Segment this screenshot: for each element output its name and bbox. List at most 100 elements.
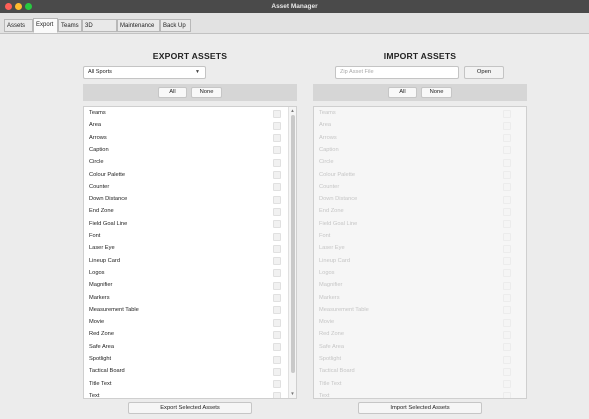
list-item-label: Lineup Card xyxy=(89,257,120,264)
asset-checkbox xyxy=(503,281,511,290)
asset-checkbox xyxy=(503,183,511,192)
list-item[interactable]: Movie xyxy=(84,316,288,328)
scroll-down-arrow-icon[interactable]: ▼ xyxy=(289,390,296,398)
list-item: Font xyxy=(314,230,518,242)
sport-filter-dropdown[interactable]: All Sports ▼ xyxy=(83,66,206,79)
list-item: Movie xyxy=(314,316,518,328)
list-item-label: Title Text xyxy=(89,380,112,387)
list-item-label: Area xyxy=(319,122,332,129)
asset-checkbox xyxy=(503,392,511,398)
list-item[interactable]: Teams xyxy=(84,107,288,119)
list-item-label: Markers xyxy=(89,294,110,301)
asset-checkbox xyxy=(503,318,511,327)
list-item: Colour Palette xyxy=(314,169,518,181)
scrollbar-thumb[interactable] xyxy=(290,115,295,373)
import-select-all-button[interactable]: All xyxy=(388,87,417,98)
list-item: Magnifier xyxy=(314,279,518,291)
list-item[interactable]: Safe Area xyxy=(84,341,288,353)
tab-back-up[interactable]: Back Up xyxy=(160,19,191,32)
asset-checkbox xyxy=(503,232,511,241)
asset-checkbox[interactable] xyxy=(273,318,281,327)
export-select-none-button[interactable]: None xyxy=(191,87,222,98)
tab-assets[interactable]: Assets xyxy=(4,19,33,32)
list-item[interactable]: Markers xyxy=(84,292,288,304)
tab-export[interactable]: Export xyxy=(33,18,58,33)
list-item: Title Text xyxy=(314,378,518,390)
import-select-none-button[interactable]: None xyxy=(421,87,452,98)
asset-checkbox[interactable] xyxy=(273,380,281,389)
list-item[interactable]: Caption xyxy=(84,144,288,156)
asset-checkbox[interactable] xyxy=(273,367,281,376)
list-item: Spotlight xyxy=(314,353,518,365)
list-item[interactable]: Font xyxy=(84,230,288,242)
asset-checkbox[interactable] xyxy=(273,232,281,241)
scroll-up-arrow-icon[interactable]: ▲ xyxy=(289,107,296,115)
asset-checkbox[interactable] xyxy=(273,183,281,192)
tab-maintenance[interactable]: Maintenance xyxy=(117,19,160,32)
asset-checkbox xyxy=(503,244,511,253)
export-select-all-button[interactable]: All xyxy=(158,87,187,98)
list-item[interactable]: Field Goal Line xyxy=(84,218,288,230)
asset-checkbox[interactable] xyxy=(273,220,281,229)
list-item: Measurement Table xyxy=(314,304,518,316)
list-item[interactable]: End Zone xyxy=(84,205,288,217)
list-item[interactable]: Spotlight xyxy=(84,353,288,365)
list-item[interactable]: Title Text xyxy=(84,378,288,390)
list-item[interactable]: Laser Eye xyxy=(84,242,288,254)
list-item[interactable]: Counter xyxy=(84,181,288,193)
list-item-label: Laser Eye xyxy=(89,245,115,252)
asset-checkbox[interactable] xyxy=(273,207,281,216)
chevron-down-icon: ▼ xyxy=(195,69,200,75)
asset-checkbox[interactable] xyxy=(273,306,281,315)
asset-checkbox xyxy=(503,195,511,204)
list-item-label: Caption xyxy=(319,146,339,153)
list-item[interactable]: Measurement Table xyxy=(84,304,288,316)
list-item-label: Logos xyxy=(89,269,105,276)
list-item[interactable]: Text xyxy=(84,390,288,398)
export-list-scrollbar[interactable]: ▲ ▼ xyxy=(288,107,296,398)
list-item: Tactical Board xyxy=(314,365,518,377)
asset-checkbox[interactable] xyxy=(273,244,281,253)
list-item[interactable]: Arrows xyxy=(84,132,288,144)
asset-checkbox[interactable] xyxy=(273,281,281,290)
asset-checkbox[interactable] xyxy=(273,294,281,302)
list-item[interactable]: Colour Palette xyxy=(84,169,288,181)
asset-checkbox xyxy=(503,269,511,278)
list-item[interactable]: Red Zone xyxy=(84,328,288,340)
list-item: Red Zone xyxy=(314,328,518,340)
tab-bar: Assets Export Teams 3D Players Maintenan… xyxy=(0,13,589,41)
asset-checkbox[interactable] xyxy=(273,121,281,130)
tab-teams[interactable]: Teams xyxy=(58,19,82,32)
list-item-label: Safe Area xyxy=(319,343,344,350)
asset-checkbox[interactable] xyxy=(273,134,281,143)
export-selected-assets-button[interactable]: Export Selected Assets xyxy=(128,402,252,414)
list-item[interactable]: Magnifier xyxy=(84,279,288,291)
list-item[interactable]: Circle xyxy=(84,156,288,168)
asset-checkbox[interactable] xyxy=(273,392,281,398)
asset-checkbox xyxy=(503,257,511,266)
list-item-label: Tactical Board xyxy=(89,368,125,375)
list-item: Caption xyxy=(314,144,518,156)
list-item: End Zone xyxy=(314,205,518,217)
open-zip-button[interactable]: Open xyxy=(464,66,504,79)
asset-checkbox xyxy=(503,121,511,130)
asset-checkbox[interactable] xyxy=(273,195,281,204)
import-selected-assets-button[interactable]: Import Selected Assets xyxy=(358,402,482,414)
zip-asset-file-field[interactable]: Zip Asset File xyxy=(335,66,459,79)
asset-checkbox[interactable] xyxy=(273,269,281,278)
list-item[interactable]: Tactical Board xyxy=(84,365,288,377)
list-item[interactable]: Logos xyxy=(84,267,288,279)
asset-checkbox[interactable] xyxy=(273,355,281,364)
asset-checkbox[interactable] xyxy=(273,330,281,339)
tab-3d-players[interactable]: 3D Players xyxy=(82,19,117,41)
asset-checkbox[interactable] xyxy=(273,257,281,266)
asset-checkbox[interactable] xyxy=(273,343,281,352)
list-item[interactable]: Down Distance xyxy=(84,193,288,205)
asset-checkbox xyxy=(503,294,511,302)
list-item[interactable]: Lineup Card xyxy=(84,255,288,267)
list-item[interactable]: Area xyxy=(84,119,288,131)
asset-checkbox[interactable] xyxy=(273,146,281,155)
asset-checkbox[interactable] xyxy=(273,171,281,179)
asset-checkbox[interactable] xyxy=(273,158,281,167)
asset-checkbox[interactable] xyxy=(273,109,281,118)
